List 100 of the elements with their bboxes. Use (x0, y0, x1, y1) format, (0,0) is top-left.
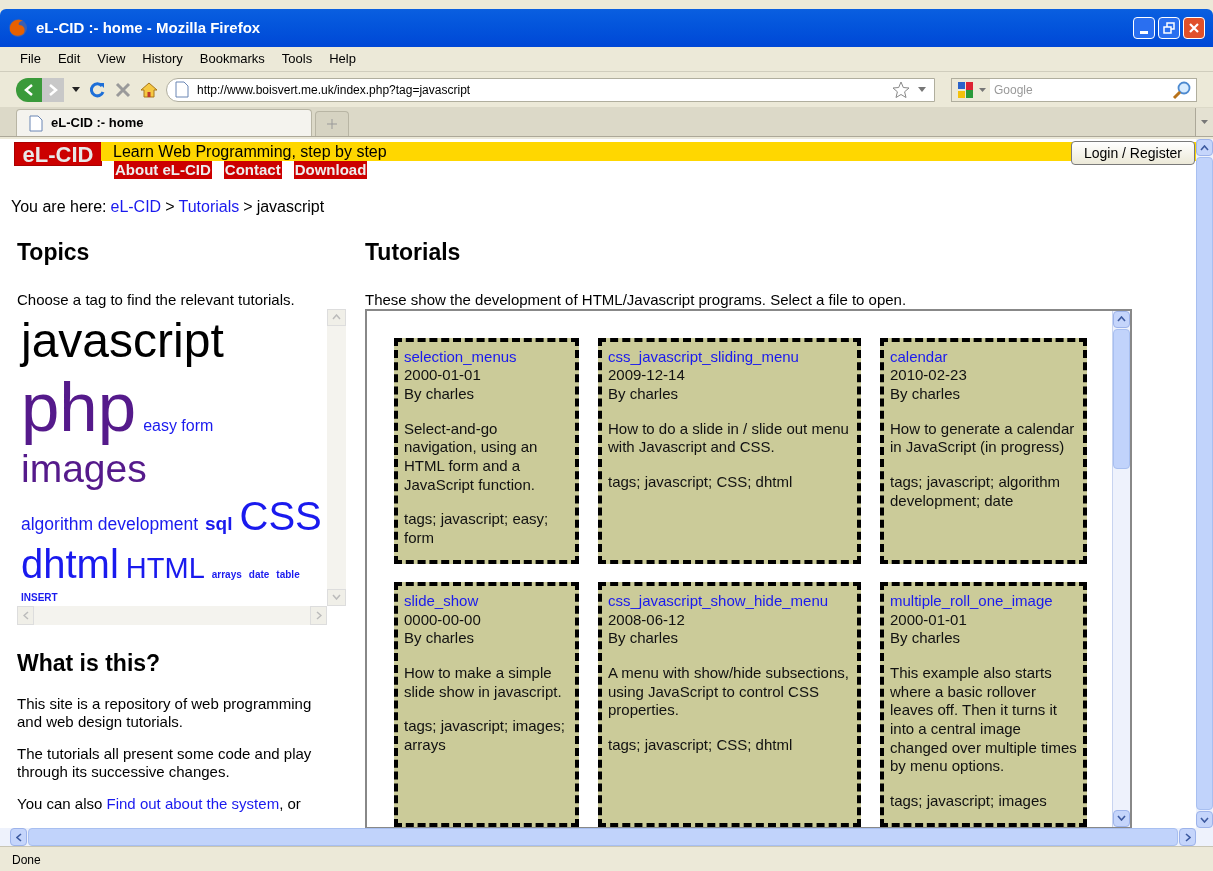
tutorial-link[interactable]: slide_show (404, 591, 569, 611)
breadcrumb-separator: > (165, 197, 175, 217)
tag-link[interactable]: CSS (238, 491, 323, 540)
tag-link[interactable]: INSERT (20, 589, 59, 605)
tutorial-tags: tags; javascript; images; arrays (404, 717, 569, 755)
tutorial-date: 2000-01-01 (890, 610, 968, 630)
tutorials-intro: These show the development of HTML/Javascript programs. Select a file to open. (365, 290, 908, 309)
tag-link[interactable]: images (20, 445, 148, 492)
about-heading: What is this? (17, 648, 162, 678)
tab-list-button[interactable] (1195, 108, 1213, 136)
tag-link[interactable]: sql (204, 509, 234, 538)
vertical-scrollbar[interactable] (1112, 310, 1130, 827)
topics-heading: Topics (17, 238, 91, 267)
page-scrollbar[interactable] (1196, 139, 1213, 828)
tutorial-description: A menu with show/hide subsections, using JavaScript to control CSS properties. (608, 663, 850, 721)
tutorial-description: How to generate a calendar in JavaScript (in progress) (890, 419, 1076, 457)
window-title: eL-CID :- home - Mozilla Firefox (36, 17, 261, 38)
menu-item[interactable]: File (20, 49, 41, 69)
tag-link[interactable]: easy form (142, 413, 215, 438)
tutorial-tags: tags; javascript; algorithm development; date (890, 473, 1077, 511)
tutorial-author: By charles (890, 384, 962, 404)
breadcrumb-current: javascript (256, 197, 325, 217)
site-tagline: Learn Web Programming, step by step (113, 143, 387, 160)
back-button[interactable] (16, 77, 42, 102)
address-field[interactable]: http://www.boisvert.me.uk/index.php?tag=javascript (166, 77, 935, 102)
tutorial-author: By charles (608, 629, 680, 648)
tutorial-description: How to do a slide in / slide out menu with Javascript and CSS. (608, 419, 850, 457)
plus-icon (327, 119, 337, 129)
page-horizontal-scrollbar[interactable] (0, 828, 1213, 846)
tutorial-tags: tags; javascript; CSS; dhtml (608, 473, 851, 492)
url-text: http://www.boisvert.me.uk/index.php?tag=javascript (197, 81, 471, 99)
tutorial-author: By charles (608, 384, 680, 404)
tutorial-description: This example also starts where a basic rollover leaves off. Then it turns it into a central image changed over multiple times by menu options. (890, 663, 1077, 777)
tutorials-heading: Tutorials (365, 238, 462, 267)
search-field[interactable]: Google (951, 77, 1197, 102)
tutorial-date: 2010-02-23 (890, 366, 968, 385)
restore-icon (1163, 22, 1175, 34)
horizontal-scrollbar[interactable] (17, 605, 327, 625)
star-icon[interactable] (892, 80, 910, 99)
tutorial-tags: tags; javascript; CSS; dhtml (608, 736, 851, 755)
header-link[interactable]: About eL-CID (114, 161, 212, 179)
tutorial-author: By charles (404, 629, 476, 648)
breadcrumb-link[interactable]: Tutorials (178, 195, 240, 219)
tag-link[interactable]: php (20, 369, 138, 446)
tutorial-link[interactable]: css_javascript_sliding_menu (608, 347, 851, 367)
tag-link[interactable]: arrays (210, 566, 243, 582)
caret-icon (1201, 120, 1208, 124)
menu-item[interactable]: Edit (57, 49, 81, 69)
home-icon[interactable] (140, 80, 158, 99)
page-icon (29, 114, 43, 132)
close-button[interactable] (1183, 17, 1205, 39)
menu-item[interactable]: Tools (281, 49, 313, 69)
browser-tab[interactable]: eL-CID :- home (16, 109, 312, 136)
menu-item[interactable]: Help (329, 49, 356, 69)
tag-link[interactable]: HTML (124, 545, 206, 590)
tag-link[interactable]: dhtml (20, 539, 120, 588)
minimize-button[interactable] (1133, 17, 1155, 39)
tutorial-description: How to make a simple slide show in javascript. (404, 663, 563, 702)
vertical-scrollbar[interactable] (327, 308, 346, 606)
tag-link[interactable]: date (247, 566, 271, 582)
search-input[interactable]: Google (990, 80, 1172, 99)
reload-icon[interactable] (88, 80, 106, 99)
tag-link[interactable]: table (275, 566, 301, 582)
tutorial-link[interactable]: calendar (890, 347, 1077, 367)
breadcrumb-link[interactable]: eL-CID (110, 195, 162, 219)
breadcrumb-separator: > (243, 197, 253, 217)
about-paragraph: This site is a repository of web programming and web design tutorials. (17, 695, 313, 731)
page-icon (175, 81, 189, 98)
tutorial-date: 2000-01-01 (404, 366, 482, 385)
header-link[interactable]: Download (293, 161, 368, 179)
tag-link[interactable]: javascript (20, 311, 225, 370)
breadcrumb-label: You are here: (11, 197, 107, 217)
topics-intro: Choose a tag to find the relevant tutorials. (17, 290, 296, 309)
tutorial-tags: tags; javascript; images (890, 792, 1077, 811)
tutorial-author: By charles (404, 384, 476, 404)
site-logo[interactable]: eL-CID (22, 139, 94, 171)
tutorial-date: 0000-00-00 (404, 610, 482, 630)
tutorial-link[interactable]: css_javascript_show_hide_menu (608, 591, 851, 611)
status-text: Done (12, 852, 41, 869)
dropdown-icon[interactable] (72, 87, 80, 92)
restore-button[interactable] (1158, 17, 1180, 39)
search-icon[interactable] (1172, 79, 1192, 100)
header-link[interactable]: Contact (223, 161, 282, 179)
login-button[interactable]: Login / Register (1070, 141, 1195, 165)
menu-item[interactable]: Bookmarks (199, 49, 265, 69)
about-paragraph: The tutorials all present some code and play through its successive changes. (17, 745, 313, 781)
stop-icon[interactable] (114, 80, 132, 99)
search-engine-icon[interactable] (952, 78, 990, 101)
tutorial-author: By charles (890, 629, 962, 648)
about-paragraph: You can also Find out about the system, or (17, 795, 302, 813)
tutorial-link[interactable]: multiple_roll_one_image (890, 591, 1077, 611)
menu-item[interactable]: History (142, 49, 183, 69)
tutorial-link[interactable]: selection_menus (404, 347, 569, 367)
tutorial-date: 2009-12-14 (608, 366, 686, 385)
tutorial-description: Select-and-go navigation, using an HTML form and a JavaScript function. (404, 419, 539, 495)
tag-link[interactable]: algorithm development (20, 510, 200, 537)
menu-item[interactable]: View (97, 49, 126, 69)
tutorial-date: 2008-06-12 (608, 610, 686, 630)
tutorial-tags: tags; javascript; easy; form (404, 510, 569, 548)
close-icon (1188, 22, 1200, 34)
